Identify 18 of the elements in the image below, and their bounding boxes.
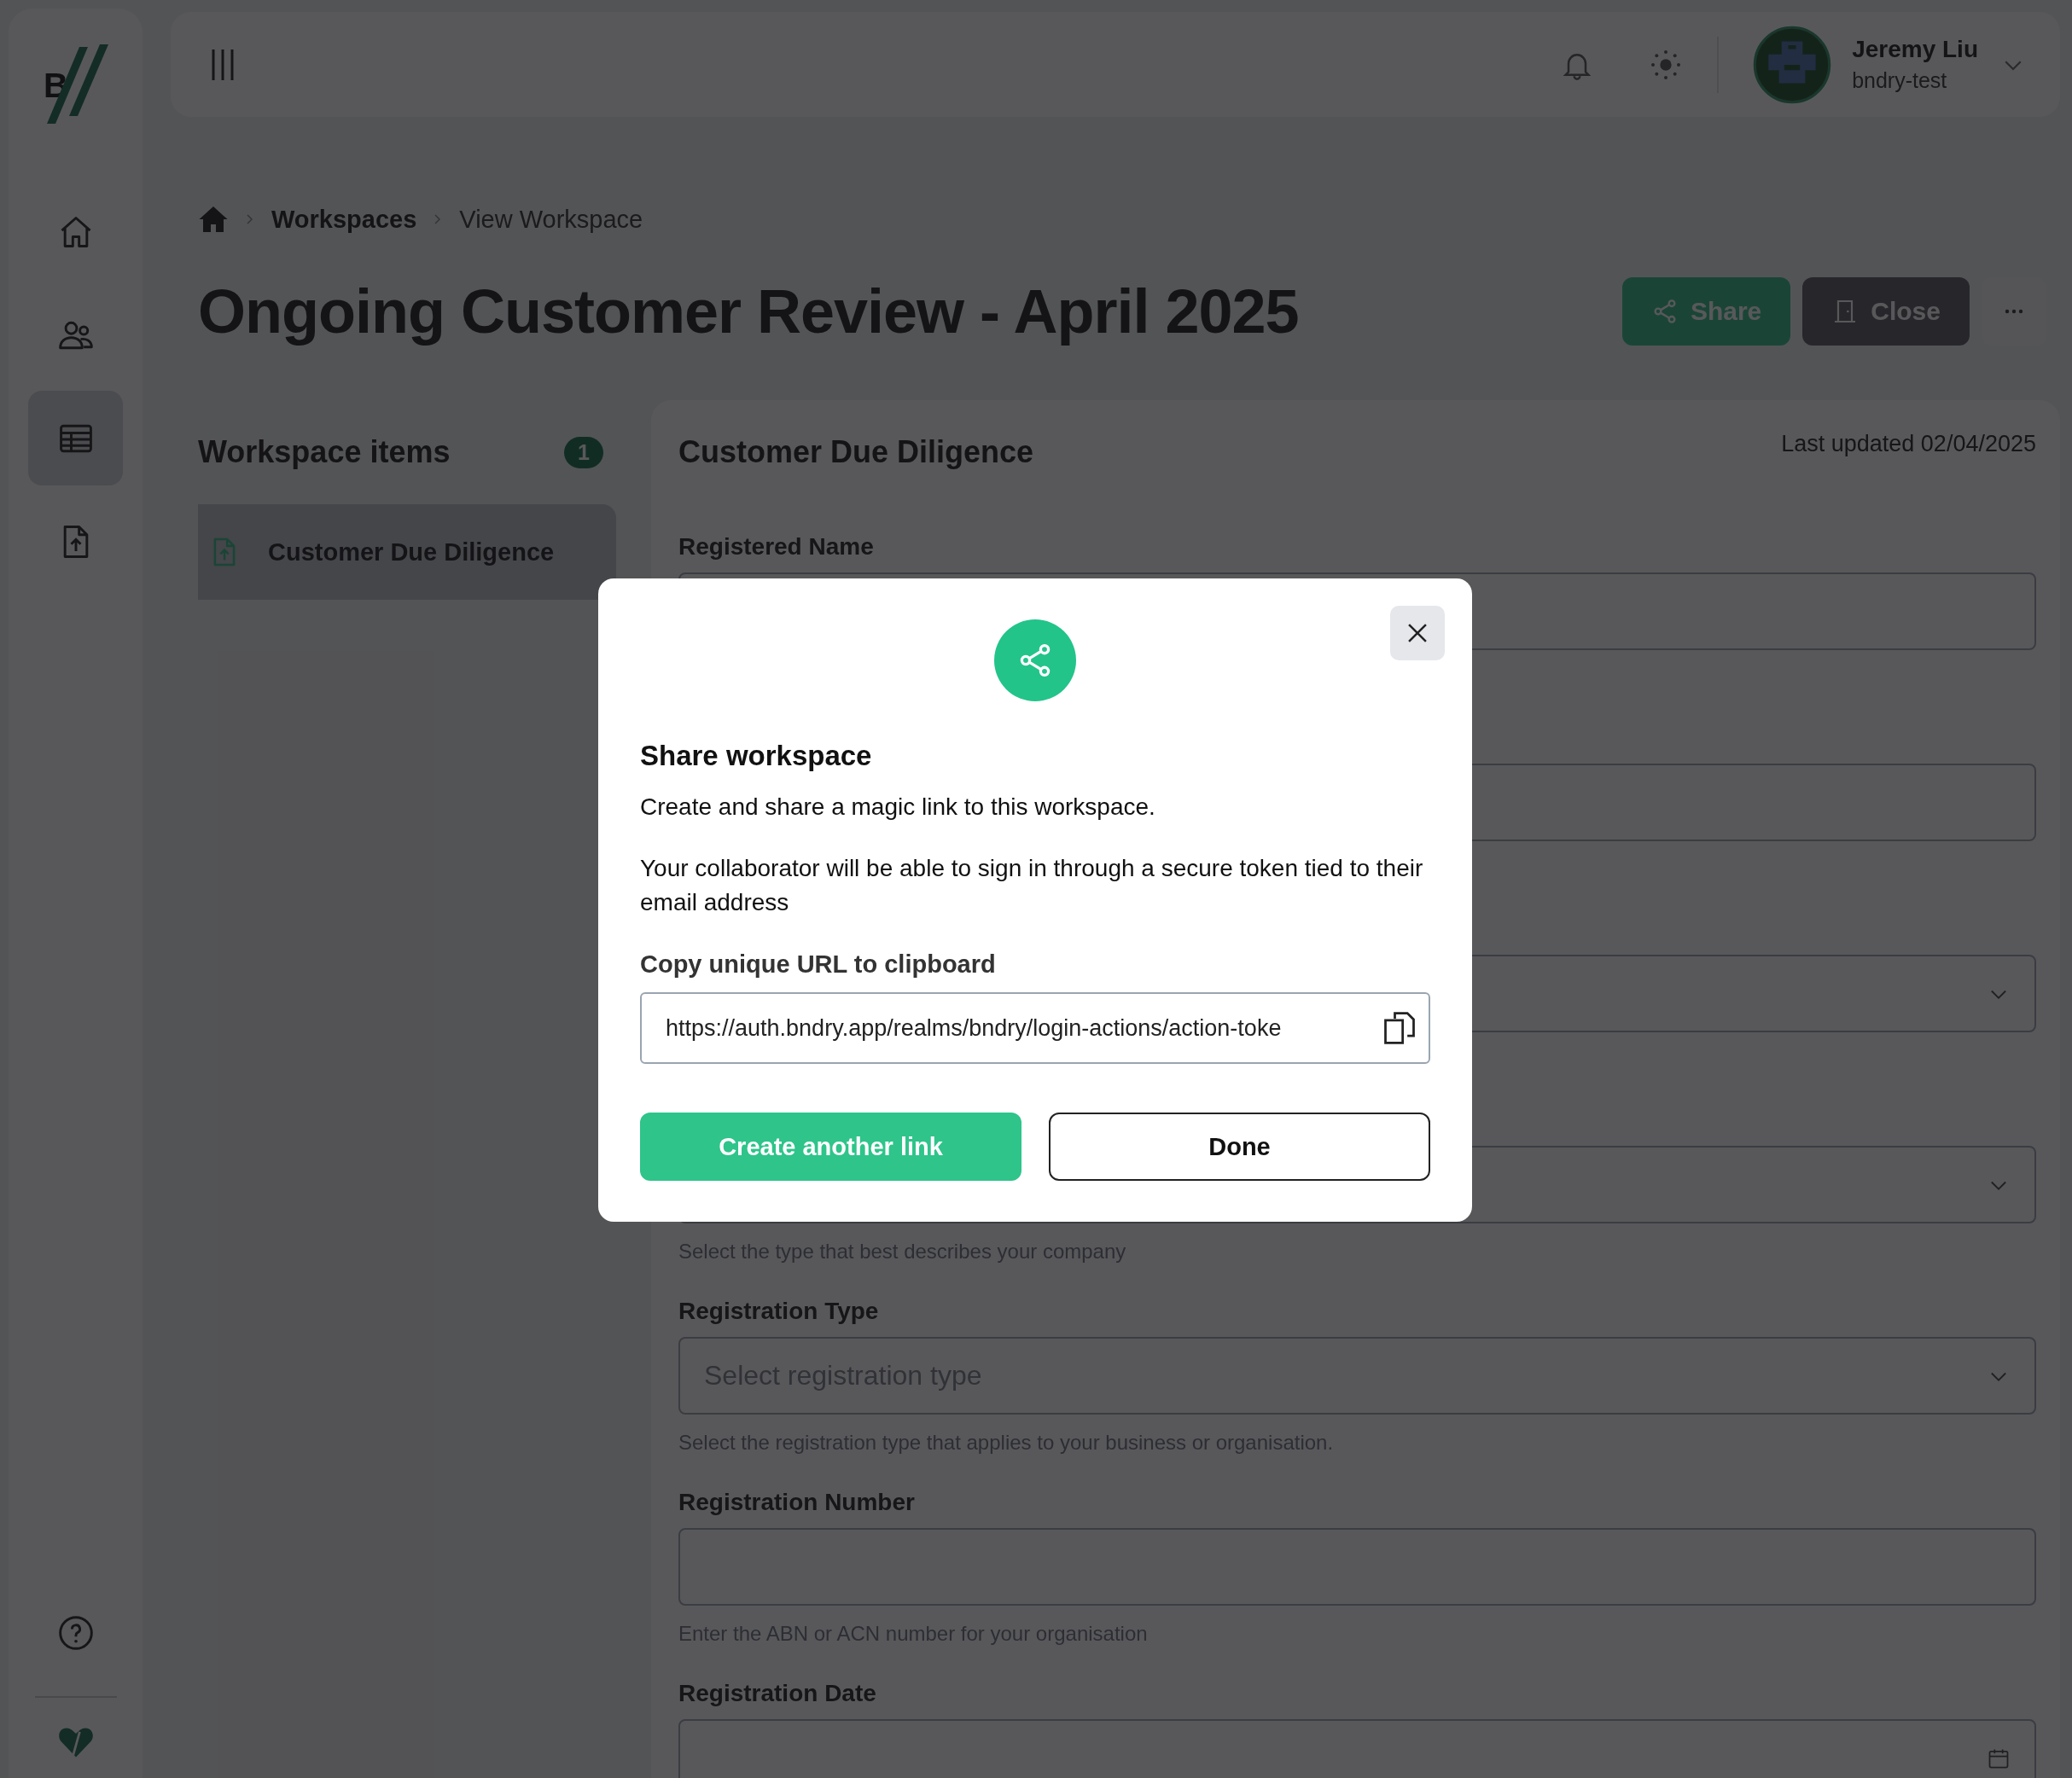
dialog-title: Share workspace: [640, 739, 873, 773]
done-button[interactable]: Done: [1049, 1113, 1430, 1181]
form-title: Customer Due Diligence: [678, 433, 1034, 471]
field-label: Registered Name: [678, 532, 874, 561]
breadcrumb-current: View Workspace: [459, 205, 643, 234]
section-title: Workspace items: [198, 434, 451, 470]
dialog-text: Create and share a magic link to this workspace.: [640, 793, 1156, 822]
dialog-text: Your collaborator will be able to sign in through a secure token tied to their email address: [640, 854, 1424, 917]
close-button[interactable]: [1390, 606, 1445, 660]
page-title: Ongoing Customer Review - April 2025: [198, 276, 1300, 346]
organization-name: bndry-test: [1852, 68, 1948, 93]
field-label: Registration Date: [678, 1679, 876, 1708]
field-label: Copy unique URL to clipboard: [640, 950, 997, 979]
url-field[interactable]: https://auth.bndry.app/realms/bndry/login-actions/action-toke: [640, 992, 1430, 1064]
create-link-button[interactable]: Create another link: [640, 1113, 1021, 1181]
field-label: Registration Type: [678, 1297, 879, 1326]
user-name: Jeremy Liu: [1852, 36, 1978, 63]
field-label: Registration Number: [678, 1488, 915, 1517]
